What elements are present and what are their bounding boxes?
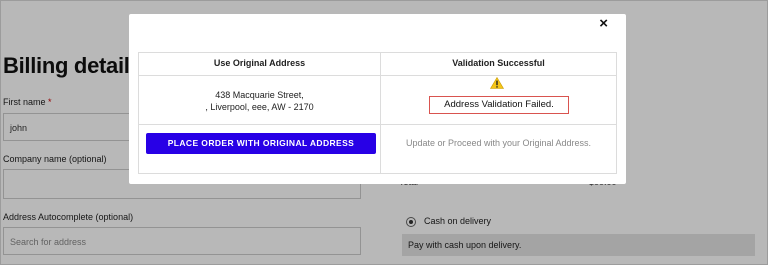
row-divider	[139, 124, 616, 125]
address-validation-modal: × Use Original Address Validation Succes…	[129, 14, 626, 184]
header-divider	[139, 75, 616, 76]
original-address-header: Use Original Address	[213, 58, 306, 68]
warning-icon	[490, 77, 504, 89]
address-line-2: , Liverpool, eee, AW - 2170	[205, 102, 314, 112]
close-icon[interactable]: ×	[599, 16, 608, 32]
validation-failed-message: Address Validation Failed.	[429, 96, 569, 114]
address-line-1: 438 Macquarie Street,	[215, 90, 304, 100]
original-address: 438 Macquarie Street, , Liverpool, eee, …	[139, 89, 380, 113]
validation-table: Use Original Address Validation Successf…	[138, 52, 617, 174]
validation-header: Validation Successful	[452, 58, 545, 68]
place-order-original-address-button[interactable]: PLACE ORDER WITH ORIGINAL ADDRESS	[146, 133, 376, 154]
column-divider	[380, 53, 381, 173]
update-hint-text: Update or Proceed with your Original Add…	[405, 138, 592, 148]
